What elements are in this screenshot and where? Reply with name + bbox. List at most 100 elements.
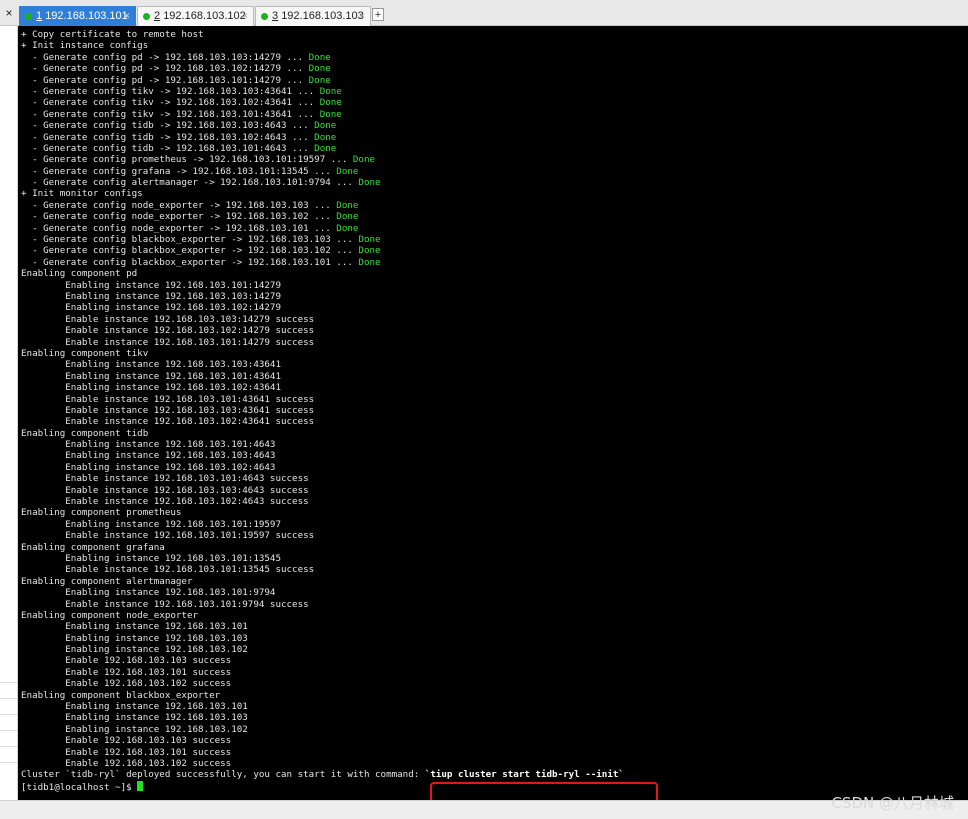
terminal-line: Enabling instance 192.168.103.102 (21, 724, 624, 735)
terminal-line-text: Enable 192.168.103.103 success (21, 735, 232, 747)
terminal-line: Enable 192.168.103.103 success (21, 655, 624, 666)
terminal-line-text: Enable instance 192.168.103.103:43641 su… (21, 404, 315, 416)
terminal-line-text: - Generate config tidb -> 192.168.103.10… (21, 131, 315, 143)
terminal-line-text: Enabling instance 192.168.103.101:9794 (21, 587, 276, 599)
terminal-line-text: Cluster `tidb-ryl` deployed successfully… (21, 769, 425, 781)
terminal-line: - Generate config tikv -> 192.168.103.10… (21, 97, 624, 108)
terminal-line: Enable instance 192.168.103.101:13545 su… (21, 564, 624, 575)
terminal-line-text: Enable instance 192.168.103.101:4643 suc… (21, 473, 309, 485)
terminal-line: - Generate config blackbox_exporter -> 1… (21, 245, 624, 256)
terminal-line-text: Enable instance 192.168.103.102:14279 su… (21, 325, 315, 337)
terminal-line: Enabling instance 192.168.103.101:43641 (21, 371, 624, 382)
tab-session-1[interactable]: 1 192.168.103.101 × (19, 6, 136, 26)
terminal-line-text: Enabling component blackbox_exporter (21, 689, 221, 701)
done-status: Done (336, 222, 359, 234)
terminal-line-text: Enabling instance 192.168.103.102:4643 (21, 461, 276, 473)
done-status: Done (314, 120, 337, 132)
terminal-line-text: - Generate config node_exporter -> 192.1… (21, 222, 337, 234)
terminal-line-text: Enabling instance 192.168.103.102 (21, 723, 248, 735)
terminal-line: Cluster `tidb-ryl` deployed successfully… (21, 769, 624, 780)
done-status: Done (319, 108, 342, 120)
terminal-line: Enabling instance 192.168.103.101 (21, 621, 624, 632)
done-status: Done (314, 131, 337, 143)
terminal-line: Enable 192.168.103.102 success (21, 678, 624, 689)
command-highlight-box (430, 782, 658, 800)
terminal-line: - Generate config node_exporter -> 192.1… (21, 200, 624, 211)
terminal-line: Enabling component prometheus (21, 507, 624, 518)
terminal-line: Enable instance 192.168.103.102:43641 su… (21, 416, 624, 427)
terminal-output[interactable]: + Copy certificate to remote host + Init … (18, 26, 968, 800)
new-tab-button[interactable]: + (372, 8, 384, 21)
terminal-line: Enabling component tidb (21, 428, 624, 439)
terminal-line: Enabling instance 192.168.103.102:14279 (21, 302, 624, 313)
terminal-line: Enable instance 192.168.103.101:19597 su… (21, 530, 624, 541)
terminal-line: - Generate config tidb -> 192.168.103.10… (21, 120, 624, 131)
terminal-line-text: Enable 192.168.103.103 success (21, 655, 232, 667)
close-tab-icon[interactable]: × (359, 7, 365, 26)
terminal-line: Enabling instance 192.168.103.103 (21, 633, 624, 644)
terminal-line-text: Enable instance 192.168.103.103:14279 su… (21, 313, 315, 325)
terminal-line-text: Enabling instance 192.168.103.103 (21, 712, 248, 724)
terminal-line: Enabling instance 192.168.103.101:4643 (21, 439, 624, 450)
terminal-line-text: - Generate config tidb -> 192.168.103.10… (21, 142, 315, 154)
close-all-icon[interactable]: × (0, 5, 18, 21)
panel-divider (0, 730, 17, 731)
tab-number: 3 (272, 10, 279, 22)
terminal-line: Enabling component grafana (21, 542, 624, 553)
terminal-line: - Generate config tikv -> 192.168.103.10… (21, 86, 624, 97)
terminal-line-text: - Generate config pd -> 192.168.103.101:… (21, 74, 309, 86)
terminal-line: Enable 192.168.103.102 success (21, 758, 624, 769)
terminal-line-text: Enable instance 192.168.103.103:4643 suc… (21, 484, 309, 496)
terminal-line: Enable instance 192.168.103.101:9794 suc… (21, 599, 624, 610)
tab-host: 192.168.103.102 (163, 10, 246, 22)
terminal-line-text: Enable instance 192.168.103.101:13545 su… (21, 564, 315, 576)
terminal-line: Enable instance 192.168.103.102:4643 suc… (21, 496, 624, 507)
terminal-line: Enable 192.168.103.101 success (21, 747, 624, 758)
tab-host: 192.168.103.103 (281, 10, 364, 22)
terminal-line-text: Enabling component prometheus (21, 507, 182, 519)
close-tab-icon[interactable]: × (124, 7, 130, 26)
terminal-line: Enabling instance 192.168.103.103:43641 (21, 359, 624, 370)
terminal-line-text: Enabling instance 192.168.103.103 (21, 632, 248, 644)
terminal-line-text: - Generate config grafana -> 192.168.103… (21, 165, 337, 177)
panel-divider (0, 698, 17, 699)
done-status: Done (358, 234, 381, 246)
terminal-line: - Generate config grafana -> 192.168.103… (21, 166, 624, 177)
tab-session-3[interactable]: 3 192.168.103.103 × (255, 6, 371, 26)
terminal-line: Enabling instance 192.168.103.101:14279 (21, 280, 624, 291)
tab-number: 1 (36, 10, 43, 22)
done-status: Done (336, 165, 359, 177)
terminal-line: - Generate config alertmanager -> 192.16… (21, 177, 624, 188)
done-status: Done (358, 245, 381, 257)
terminal-line-text: Enable instance 192.168.103.101:43641 su… (21, 393, 315, 405)
done-status: Done (308, 74, 331, 86)
close-tab-icon[interactable]: × (242, 7, 248, 26)
terminal-line-text: Enabling component tikv (21, 347, 149, 359)
terminal-line-text: - Generate config pd -> 192.168.103.103:… (21, 51, 309, 63)
terminal-line: Enable instance 192.168.103.103:4643 suc… (21, 485, 624, 496)
terminal-line-text: Enable instance 192.168.103.101:14279 su… (21, 336, 315, 348)
terminal-line: Enabling instance 192.168.103.102 (21, 644, 624, 655)
terminal-line: Enabling instance 192.168.103.101 (21, 701, 624, 712)
terminal-line: - Generate config pd -> 192.168.103.103:… (21, 52, 624, 63)
terminal-line-text: Enabling instance 192.168.103.103:14279 (21, 290, 281, 302)
terminal-line: - Generate config tikv -> 192.168.103.10… (21, 109, 624, 120)
terminal-line-text: Enable instance 192.168.103.101:19597 su… (21, 530, 315, 542)
connected-dot-icon (25, 13, 32, 20)
terminal-line: Enabling component pd (21, 268, 624, 279)
terminal-line: Enable instance 192.168.103.103:14279 su… (21, 314, 624, 325)
terminal-line-text: Enabling component pd (21, 268, 138, 280)
terminal-lines: + Copy certificate to remote host + Init … (21, 29, 624, 793)
terminal-line-text: Enabling instance 192.168.103.101 (21, 621, 248, 633)
terminal-line: Enabling instance 192.168.103.101:13545 (21, 553, 624, 564)
panel-divider (0, 682, 17, 683)
terminal-line-text: Enabling instance 192.168.103.101:4643 (21, 439, 276, 451)
terminal-line: + Init monitor configs (21, 188, 624, 199)
done-status: Done (358, 256, 381, 268)
terminal-line: + Copy certificate to remote host (21, 29, 624, 40)
tab-session-2[interactable]: 2 192.168.103.102 × (137, 6, 254, 26)
terminal-line-text: Enable 192.168.103.101 success (21, 746, 232, 758)
terminal-line-text: - Generate config alertmanager -> 192.16… (21, 177, 359, 189)
connected-dot-icon (143, 13, 150, 20)
terminal-line: Enable instance 192.168.103.101:4643 suc… (21, 473, 624, 484)
